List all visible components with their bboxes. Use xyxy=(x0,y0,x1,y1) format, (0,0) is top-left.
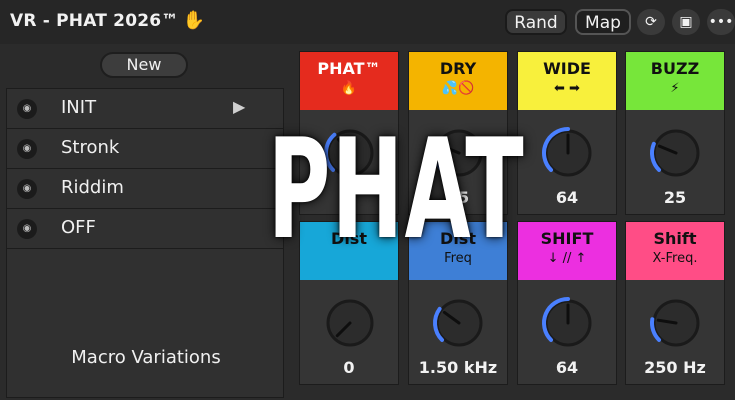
macro-sublabel: ⚡ xyxy=(670,81,680,96)
macro-label: WIDE xyxy=(543,59,591,78)
variation-item-stronk[interactable]: ◉ Stronk xyxy=(7,129,283,169)
macro-buzz[interactable]: BUZZ ⚡ 25 xyxy=(625,51,725,215)
macro-value: 0 xyxy=(343,358,355,377)
macro-sublabel: X-Freq. xyxy=(652,251,698,266)
variation-label: INIT xyxy=(61,97,97,118)
title-bar: VR - PHAT 2026™ ✋ Rand Map ⟳ ▣ ••• xyxy=(0,0,735,44)
macro-sublabel: ⬅ ➡ xyxy=(554,81,580,96)
save-icon[interactable]: ▣ xyxy=(672,9,700,35)
macro-value: 25 xyxy=(663,188,687,207)
macro-wide[interactable]: WIDE ⬅ ➡ 64 xyxy=(517,51,617,215)
variation-item-riddim[interactable]: ◉ Riddim xyxy=(7,169,283,209)
macro-value: 250 Hz xyxy=(644,358,706,377)
macro-knob[interactable] xyxy=(321,294,379,352)
macro-sublabel: 🔥 xyxy=(340,81,358,96)
device-title: VR - PHAT 2026™ ✋ xyxy=(10,10,206,31)
rand-button[interactable]: Rand xyxy=(505,9,567,35)
variation-item-off[interactable]: ◉ OFF xyxy=(7,209,283,249)
macro-header[interactable]: Shift X-Freq. xyxy=(626,222,724,280)
macro-knob[interactable] xyxy=(647,124,705,182)
macro-label: PHAT™ xyxy=(317,59,381,78)
hand-icon: ✋ xyxy=(182,10,206,31)
variation-item-init[interactable]: ◉ INIT ▶ xyxy=(7,89,283,129)
variation-label: Stronk xyxy=(61,137,120,158)
macro-header[interactable]: BUZZ ⚡ xyxy=(626,52,724,110)
macro-label: Shift xyxy=(653,229,697,248)
macro-variations-label: Macro Variations xyxy=(71,347,221,368)
variations-list: ◉ INIT ▶ ◉ Stronk ◉ Riddim ◉ OFF Macro V… xyxy=(6,88,284,398)
macro-label: DRY xyxy=(439,59,477,78)
map-button[interactable]: Map xyxy=(575,9,631,35)
play-icon[interactable]: ▶ xyxy=(233,97,245,116)
macro-knob[interactable] xyxy=(647,294,705,352)
macro-shift-x-freq[interactable]: Shift X-Freq. 250 Hz xyxy=(625,221,725,385)
macro-header[interactable]: WIDE ⬅ ➡ xyxy=(518,52,616,110)
more-icon[interactable]: ••• xyxy=(707,9,735,35)
macro-label: SHIFT xyxy=(540,229,594,248)
macro-knob[interactable] xyxy=(539,124,597,182)
macro-header[interactable]: DRY 💦🚫 xyxy=(409,52,507,110)
new-variation-button[interactable]: New xyxy=(100,52,188,78)
macro-sublabel: ↓ // ↑ xyxy=(547,251,587,266)
macro-sublabel: 💦🚫 xyxy=(441,81,475,96)
macro-header[interactable]: PHAT™ 🔥 xyxy=(300,52,398,110)
macro-value: 64 xyxy=(555,358,579,377)
macro-header[interactable]: SHIFT ↓ // ↑ xyxy=(518,222,616,280)
refresh-icon[interactable]: ⟳ xyxy=(637,9,665,35)
macro-knob[interactable] xyxy=(539,294,597,352)
variation-label: Riddim xyxy=(61,177,124,198)
camera-icon[interactable]: ◉ xyxy=(17,99,37,119)
macro-knob[interactable] xyxy=(430,294,488,352)
macro-value: 64 xyxy=(555,188,579,207)
camera-icon[interactable]: ◉ xyxy=(17,219,37,239)
macro-label: BUZZ xyxy=(650,59,700,78)
macro-value: 1.50 kHz xyxy=(418,358,498,377)
overlay-title: PHAT xyxy=(267,109,525,270)
camera-icon[interactable]: ◉ xyxy=(17,179,37,199)
camera-icon[interactable]: ◉ xyxy=(17,139,37,159)
variations-panel: New ◉ INIT ▶ ◉ Stronk ◉ Riddim ◉ OFF Mac… xyxy=(0,44,290,400)
macro-shift[interactable]: SHIFT ↓ // ↑ 64 xyxy=(517,221,617,385)
variation-label: OFF xyxy=(61,217,96,238)
